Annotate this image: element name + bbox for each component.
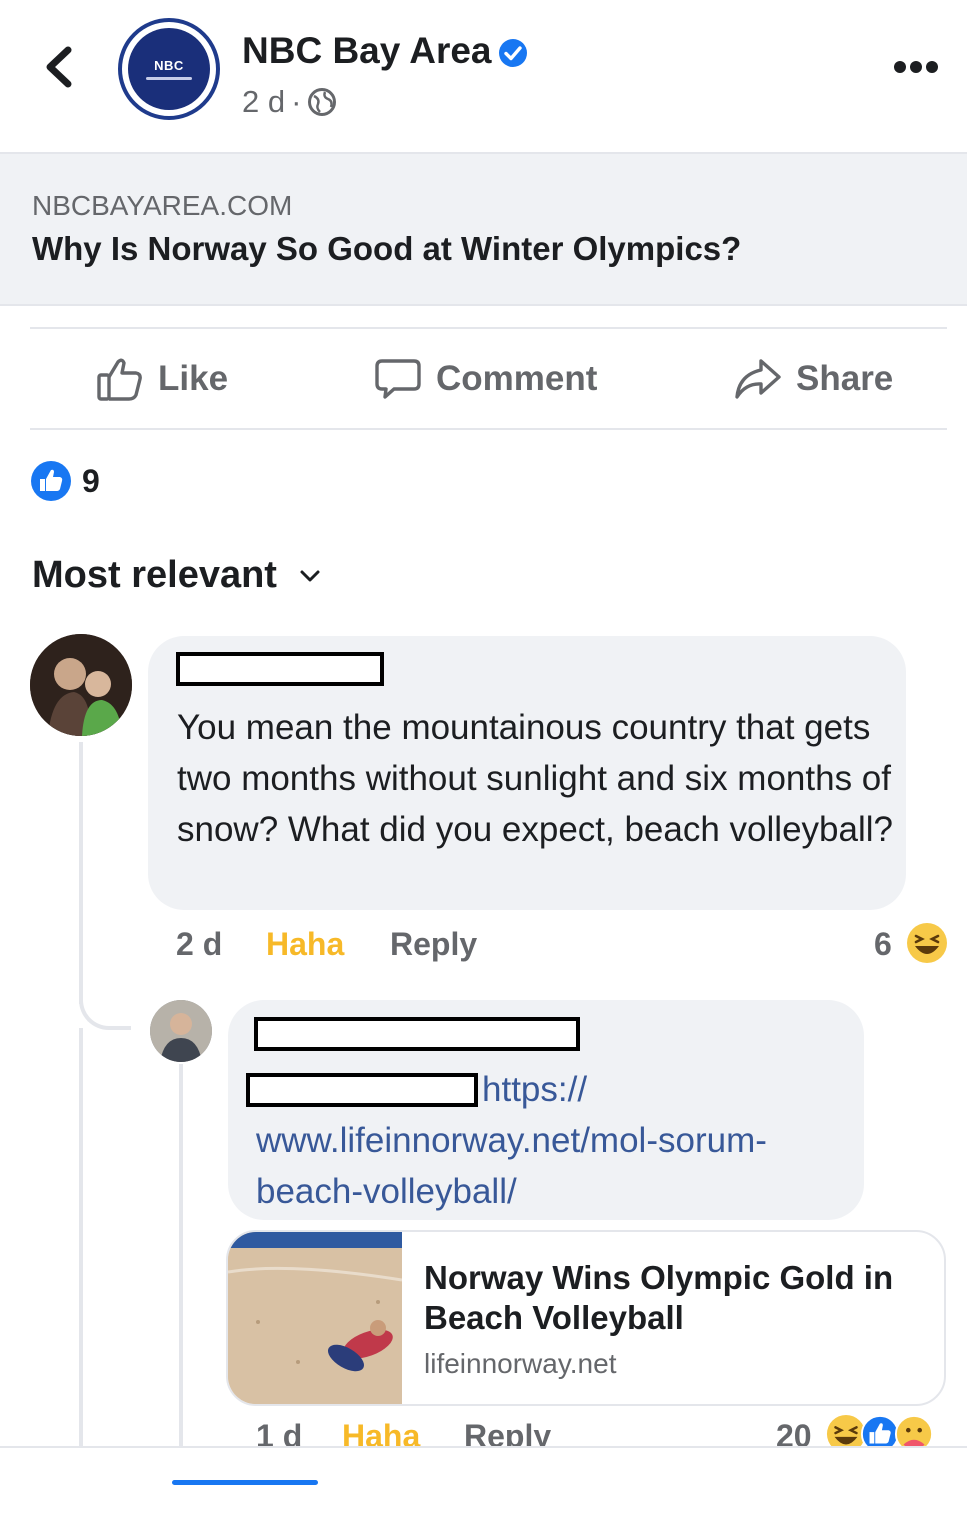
globe-icon [308, 88, 337, 116]
sort-label: Most relevant [32, 554, 277, 596]
haha-button[interactable]: Haha [266, 926, 344, 963]
redacted-name [176, 652, 384, 686]
comment-icon [375, 359, 421, 399]
commenter-avatar[interactable] [30, 634, 132, 736]
active-tab-indicator [172, 1480, 318, 1485]
page-name[interactable]: NBC Bay Area [242, 30, 492, 72]
meta-separator: · [291, 84, 302, 119]
like-reaction-icon [31, 461, 71, 501]
more-options-button[interactable] [892, 58, 940, 76]
divider [30, 428, 947, 430]
haha-reaction-icon [906, 922, 948, 969]
reaction-count: 9 [82, 462, 100, 499]
post-time[interactable]: 2 d [242, 84, 285, 120]
nbc-logo: NBC [128, 28, 210, 110]
share-label: Share [796, 359, 894, 398]
chevron-left-icon [46, 46, 72, 88]
reply-link-text[interactable]: https:// www.lifeinnorway.net/mol-sorum-… [246, 1064, 846, 1217]
divider [30, 327, 947, 329]
card-image [228, 1232, 403, 1404]
thread-line [179, 1064, 183, 1448]
chevron-down-icon [300, 570, 320, 581]
share-button[interactable]: Share [734, 356, 893, 402]
avatar-photo [30, 634, 132, 736]
link-domain: NBCBAYAREA.COM [32, 190, 293, 221]
link-title[interactable]: Why Is Norway So Good at Winter Olympics… [32, 230, 741, 268]
logo-text: NBC [154, 58, 184, 73]
like-button[interactable]: Like [96, 356, 228, 402]
post-meta: 2 d · [242, 84, 337, 120]
sort-dropdown[interactable]: Most relevant [32, 554, 321, 597]
comment-reaction-count[interactable]: 6 [874, 926, 892, 963]
reply-button[interactable]: Reply [390, 926, 477, 963]
card-domain: lifeinnorway.net [424, 1348, 617, 1379]
comment-time[interactable]: 2 d [176, 926, 222, 963]
like-label: Like [158, 359, 229, 398]
verified-badge-icon [498, 38, 528, 68]
link-preview[interactable] [0, 152, 967, 306]
bottom-bar [0, 1448, 967, 1536]
comment-button[interactable]: Comment [374, 356, 597, 402]
share-icon [735, 359, 781, 399]
back-button[interactable] [42, 44, 76, 90]
more-icon [894, 61, 938, 73]
redacted-text [246, 1073, 478, 1107]
thumbs-up-icon [97, 358, 142, 401]
thread-line [79, 742, 83, 1004]
link-card[interactable]: Norway Wins Olympic Gold in Beach Volley… [226, 1230, 946, 1406]
card-title: Norway Wins Olympic Gold in Beach Volley… [424, 1259, 894, 1336]
redacted-name [254, 1017, 580, 1051]
thread-connector [79, 980, 131, 1030]
logo-subline [146, 77, 192, 80]
comment-text: You mean the mountainous country that ge… [177, 708, 893, 849]
reaction-summary[interactable]: 9 [30, 460, 100, 502]
reply-avatar[interactable] [150, 1000, 212, 1062]
thread-line [79, 1028, 83, 1448]
comment-label: Comment [436, 359, 598, 398]
avatar-photo [150, 1000, 212, 1062]
